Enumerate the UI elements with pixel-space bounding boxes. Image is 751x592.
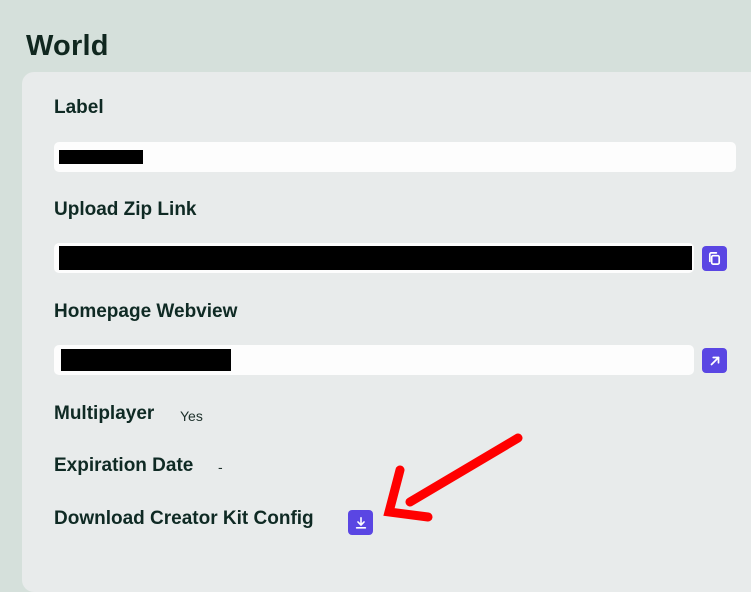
expiration-date-label: Expiration Date — [54, 455, 194, 476]
annotation-arrow-icon — [383, 433, 523, 522]
redacted-label-value — [59, 150, 143, 164]
label-field-label: Label — [54, 97, 104, 118]
download-config-label: Download Creator Kit Config — [54, 508, 314, 529]
redacted-webview-value — [61, 349, 231, 371]
page-title: World — [26, 30, 109, 62]
copy-icon — [708, 252, 721, 265]
copy-button[interactable] — [702, 246, 727, 271]
homepage-webview-input[interactable] — [54, 345, 694, 375]
upload-zip-link-input[interactable] — [54, 243, 694, 273]
redacted-zip-link-value — [59, 246, 692, 270]
open-webview-button[interactable] — [702, 348, 727, 373]
homepage-webview-label: Homepage Webview — [54, 301, 238, 322]
multiplayer-label: Multiplayer — [54, 403, 155, 424]
expiration-date-value: - — [218, 459, 223, 475]
download-config-button[interactable] — [348, 510, 373, 535]
upload-zip-link-label: Upload Zip Link — [54, 199, 197, 220]
download-icon — [355, 516, 366, 529]
external-link-icon — [710, 356, 719, 365]
multiplayer-value: Yes — [180, 408, 203, 424]
label-input[interactable] — [54, 142, 736, 172]
